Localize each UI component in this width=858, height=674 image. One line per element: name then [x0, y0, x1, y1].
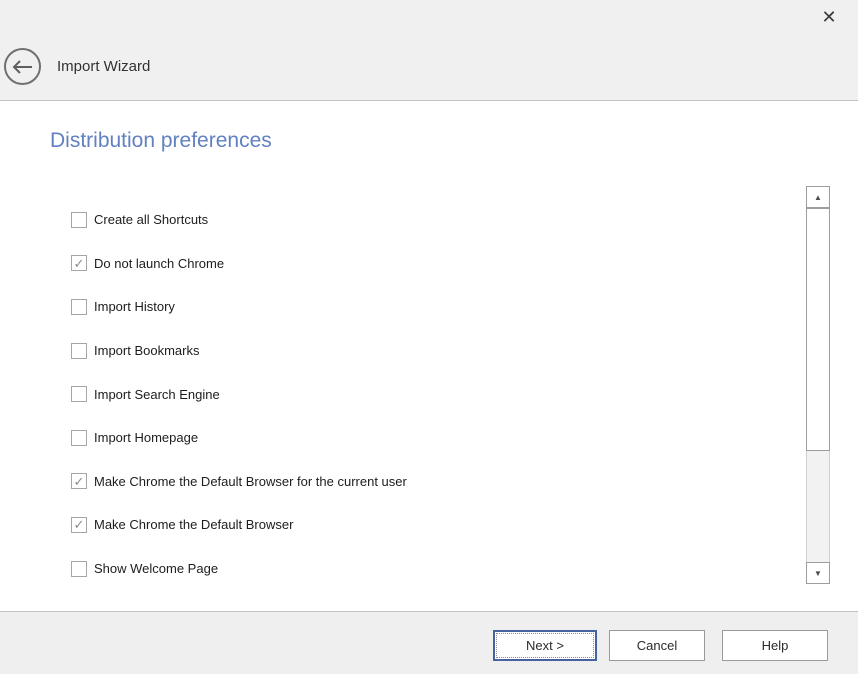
- back-button[interactable]: [4, 48, 41, 85]
- checkbox-label[interactable]: Import Search Engine: [94, 387, 220, 402]
- checkbox-row: Create all Shortcuts: [71, 198, 781, 242]
- checkbox-label[interactable]: Make Chrome the Default Browser for the …: [94, 474, 407, 489]
- wizard-footer: Next > Cancel Help: [0, 611, 858, 674]
- checkbox-label[interactable]: Show Welcome Page: [94, 561, 218, 576]
- scroll-up-button[interactable]: ▲: [806, 186, 830, 208]
- checkbox-row: Import History: [71, 285, 781, 329]
- checkbox-row: Import Bookmarks: [71, 329, 781, 373]
- preferences-list: Create all Shortcuts ✓ Do not launch Chrom…: [71, 198, 781, 590]
- checkbox-label[interactable]: Make Chrome the Default Browser: [94, 517, 293, 532]
- checkbox-checked[interactable]: ✓: [71, 517, 87, 533]
- checkbox-row: Import Homepage: [71, 416, 781, 460]
- checkbox-unchecked[interactable]: [71, 561, 87, 577]
- next-button[interactable]: Next >: [493, 630, 597, 661]
- checkbox-label[interactable]: Import Bookmarks: [94, 343, 199, 358]
- cancel-button[interactable]: Cancel: [609, 630, 705, 661]
- page-title: Distribution preferences: [50, 129, 272, 153]
- scroll-down-icon: ▼: [814, 569, 822, 578]
- scrollbar-thumb[interactable]: [806, 208, 830, 451]
- scroll-down-button[interactable]: ▼: [806, 562, 830, 584]
- checkbox-unchecked[interactable]: [71, 386, 87, 402]
- checkbox-unchecked[interactable]: [71, 430, 87, 446]
- close-icon[interactable]: ✕: [816, 4, 842, 30]
- checkbox-row: ✓ Make Chrome the Default Browser for the…: [71, 460, 781, 504]
- checkbox-row: ✓ Make Chrome the Default Browser: [71, 503, 781, 547]
- checkbox-row: Import Search Engine: [71, 372, 781, 416]
- checkbox-unchecked[interactable]: [71, 343, 87, 359]
- left-arrow-icon: [12, 60, 34, 74]
- checkbox-unchecked[interactable]: [71, 299, 87, 315]
- checkbox-row: ✓ Do not launch Chrome: [71, 242, 781, 286]
- wizard-title: Import Wizard: [57, 58, 150, 75]
- checkbox-checked[interactable]: ✓: [71, 473, 87, 489]
- vertical-scrollbar[interactable]: ▲ ▼: [806, 186, 830, 584]
- checkbox-label[interactable]: Do not launch Chrome: [94, 256, 224, 271]
- scroll-up-icon: ▲: [814, 193, 822, 202]
- checkbox-label[interactable]: Create all Shortcuts: [94, 212, 208, 227]
- checkbox-checked[interactable]: ✓: [71, 255, 87, 271]
- checkbox-label[interactable]: Import History: [94, 299, 175, 314]
- help-button[interactable]: Help: [722, 630, 828, 661]
- checkbox-label[interactable]: Import Homepage: [94, 430, 198, 445]
- checkbox-unchecked[interactable]: [71, 212, 87, 228]
- checkbox-row: Show Welcome Page: [71, 547, 781, 591]
- wizard-header: ✕ Import Wizard: [0, 0, 858, 101]
